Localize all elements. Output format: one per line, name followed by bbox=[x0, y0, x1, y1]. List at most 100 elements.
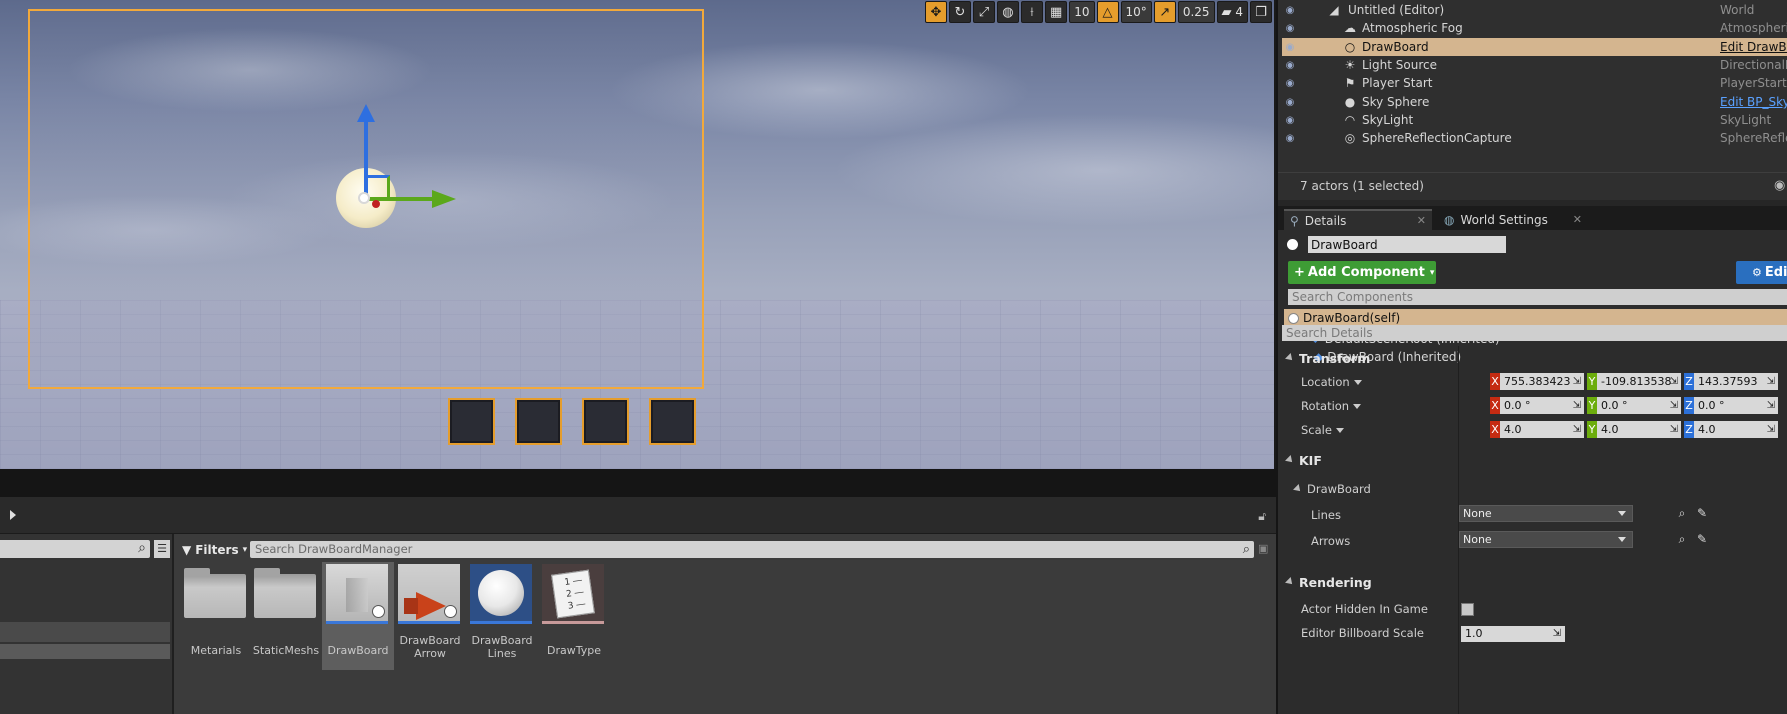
tab-world-settings[interactable]: ◍ World Settings ✕ bbox=[1438, 209, 1588, 230]
actor-hidden-checkbox[interactable] bbox=[1461, 603, 1474, 616]
scale-icon: ⤢ bbox=[978, 4, 990, 20]
category-kif[interactable]: KIF bbox=[1284, 449, 1787, 471]
folder-tree-item[interactable] bbox=[0, 622, 170, 642]
eye-icon[interactable]: ◉ bbox=[1282, 5, 1298, 16]
camera-speed-button[interactable]: ▰ 4 bbox=[1216, 1, 1248, 23]
subcategory-drawboard[interactable]: DrawBoard bbox=[1292, 479, 1371, 499]
browse-search-icon[interactable]: ⌕ bbox=[1674, 531, 1690, 547]
billboard-scale-field[interactable]: 1.0 bbox=[1461, 626, 1565, 642]
folder-search-input[interactable]: ⌕ bbox=[0, 540, 150, 558]
asset-label: DrawBoard bbox=[327, 644, 389, 657]
coordinate-system-button[interactable]: ◍ bbox=[996, 1, 1019, 23]
tab-details[interactable]: ⚲ Details ✕ bbox=[1284, 209, 1432, 230]
location-x-field[interactable]: 755.383423 bbox=[1500, 373, 1584, 390]
location-label[interactable]: Location bbox=[1301, 372, 1362, 392]
close-icon[interactable]: ✕ bbox=[1573, 213, 1582, 226]
scale-x-field[interactable]: 4.0 bbox=[1500, 421, 1584, 438]
close-icon[interactable]: ✕ bbox=[1417, 214, 1426, 227]
view-options-icon[interactable]: ☰ bbox=[154, 540, 170, 558]
eye-icon[interactable]: ◉ bbox=[1282, 23, 1298, 34]
filters-button[interactable]: ▼ Filters ▾ bbox=[182, 540, 247, 560]
outliner-row-light-source[interactable]: ◉ ☀ Light Source DirectionalLight bbox=[1282, 56, 1787, 74]
rotation-snap-toggle[interactable]: △ bbox=[1096, 1, 1119, 23]
location-z-field[interactable]: 143.37593 bbox=[1694, 373, 1778, 390]
outliner-type: AtmosphericFog bbox=[1720, 21, 1787, 35]
asset-drawtype[interactable]: 1 ― 2 ― 3 ― DrawType bbox=[538, 562, 610, 670]
asset-folder-metarials[interactable]: Metarials bbox=[180, 562, 252, 670]
asset-search-input[interactable]: Search DrawBoardManager ⌕ bbox=[250, 541, 1254, 558]
category-rendering[interactable]: Rendering bbox=[1284, 571, 1787, 593]
lock-icon[interactable]: 🔓︎ bbox=[1258, 509, 1266, 524]
asset-drawboard[interactable]: DrawBoard bbox=[322, 562, 394, 670]
panel-splitter[interactable] bbox=[0, 471, 1276, 497]
scale-y-field[interactable]: 4.0 bbox=[1597, 421, 1681, 438]
gizmo-x-axis-dot[interactable] bbox=[372, 200, 380, 208]
location-y-field[interactable]: -109.813538 bbox=[1597, 373, 1681, 390]
rotation-z-field[interactable]: 0.0 ° bbox=[1694, 397, 1778, 414]
rotate-tool-button[interactable]: ↻ bbox=[948, 1, 971, 23]
board-slot-2[interactable] bbox=[515, 398, 562, 445]
actor-name-input[interactable] bbox=[1308, 236, 1506, 253]
board-slot-4[interactable] bbox=[649, 398, 696, 445]
outliner-row-skylight[interactable]: ◉ ◠ SkyLight SkyLight bbox=[1282, 111, 1787, 129]
rotation-y-field[interactable]: 0.0 ° bbox=[1597, 397, 1681, 414]
property-column-divider[interactable] bbox=[1458, 346, 1459, 714]
surface-snap-button[interactable]: ⟊ bbox=[1020, 1, 1043, 23]
grid-snap-value[interactable]: 10 bbox=[1069, 1, 1095, 23]
edit-blueprint-button[interactable]: ⚙ Edi bbox=[1736, 261, 1787, 284]
search-details-input[interactable]: Search Details bbox=[1282, 325, 1787, 341]
asset-drawboard-lines[interactable]: DrawBoard Lines bbox=[466, 562, 538, 670]
scale-tool-button[interactable]: ⤢ bbox=[972, 1, 995, 23]
outliner-row-player-start[interactable]: ◉ ⚑ Player Start PlayerStart bbox=[1282, 74, 1787, 92]
search-components-input[interactable]: Search Components bbox=[1288, 289, 1787, 305]
category-transform[interactable]: Transform bbox=[1284, 347, 1787, 369]
outliner-row-sphere-reflection-capture[interactable]: ◉ ◎ SphereReflectionCapture SphereReflec… bbox=[1282, 129, 1787, 147]
player-start-icon: ⚑ bbox=[1344, 76, 1356, 90]
actor-name-row bbox=[1278, 234, 1787, 254]
gizmo-plane-handle[interactable] bbox=[368, 175, 390, 197]
eye-icon[interactable]: ◉ bbox=[1282, 97, 1298, 108]
view-options-eye-icon[interactable]: ◉ bbox=[1774, 178, 1785, 193]
translate-tool-button[interactable]: ✥ bbox=[924, 1, 947, 23]
eye-icon[interactable]: ◉ bbox=[1282, 115, 1298, 126]
arrows-combo[interactable]: None bbox=[1459, 531, 1633, 548]
scale-snap-toggle[interactable]: ↗ bbox=[1153, 1, 1176, 23]
rotation-label[interactable]: Rotation bbox=[1301, 396, 1362, 416]
scale-snap-value[interactable]: 0.25 bbox=[1177, 1, 1215, 23]
board-slot-1[interactable] bbox=[448, 398, 495, 445]
chevron-down-icon: ▾ bbox=[242, 545, 248, 555]
rotation-snap-value[interactable]: 10° bbox=[1120, 1, 1152, 23]
rotation-x-field[interactable]: 0.0 ° bbox=[1500, 397, 1584, 414]
browse-search-icon[interactable]: ⌕ bbox=[1674, 505, 1690, 521]
grid-snap-toggle[interactable]: ▦ bbox=[1044, 1, 1068, 23]
eyedropper-icon[interactable]: ✎ bbox=[1694, 531, 1710, 547]
outliner-row-sky-sphere[interactable]: ◉ ● Sky Sphere Edit BP_Sky_Sphere bbox=[1282, 93, 1787, 111]
lines-combo[interactable]: None bbox=[1459, 505, 1633, 522]
gizmo-z-arrow[interactable] bbox=[357, 104, 375, 122]
scale-label[interactable]: Scale bbox=[1301, 420, 1344, 440]
outliner-row-world[interactable]: ◉ ◢ Untitled (Editor) World bbox=[1282, 1, 1787, 19]
maximize-icon: ❐ bbox=[1255, 4, 1267, 20]
edit-sky-sphere-link[interactable]: Edit BP_Sky_Sphere bbox=[1720, 95, 1787, 109]
outliner-row-drawboard[interactable]: ◉ ○ DrawBoard Edit DrawBoard bbox=[1282, 38, 1787, 56]
folder-tree-item-selected[interactable] bbox=[0, 644, 170, 659]
eye-icon[interactable]: ◉ bbox=[1282, 60, 1298, 71]
eye-icon[interactable]: ◉ bbox=[1282, 133, 1298, 144]
eyedropper-icon[interactable]: ✎ bbox=[1694, 505, 1710, 521]
outliner-row-atmospheric-fog[interactable]: ◉ ☁ Atmospheric Fog AtmosphericFog bbox=[1282, 19, 1787, 37]
eye-icon[interactable]: ◉ bbox=[1282, 42, 1298, 53]
edit-drawboard-link[interactable]: Edit DrawBoard bbox=[1720, 40, 1787, 54]
scale-z-field[interactable]: 4.0 bbox=[1694, 421, 1778, 438]
asset-drawboard-arrow[interactable]: DrawBoard Arrow bbox=[394, 562, 466, 670]
asset-folder-staticmeshs[interactable]: StaticMeshs bbox=[250, 562, 322, 670]
maximize-viewport-button[interactable]: ❐ bbox=[1250, 1, 1272, 23]
save-search-icon[interactable]: ▣ bbox=[1258, 542, 1268, 555]
expand-arrow-icon[interactable] bbox=[10, 510, 16, 520]
board-slot-3[interactable] bbox=[582, 398, 629, 445]
camera-icon: ▰ bbox=[1221, 4, 1232, 20]
gizmo-y-arrow[interactable] bbox=[432, 190, 456, 208]
add-component-button[interactable]: + Add Component ▾ bbox=[1288, 261, 1436, 284]
eye-icon[interactable]: ◉ bbox=[1282, 78, 1298, 89]
level-viewport[interactable]: ✥ ↻ ⤢ ◍ ⟊ ▦ 10 △ 10° ↗ 0.25 ▰ 4 ❐ bbox=[0, 0, 1276, 469]
gizmo-center-handle[interactable] bbox=[358, 192, 370, 204]
